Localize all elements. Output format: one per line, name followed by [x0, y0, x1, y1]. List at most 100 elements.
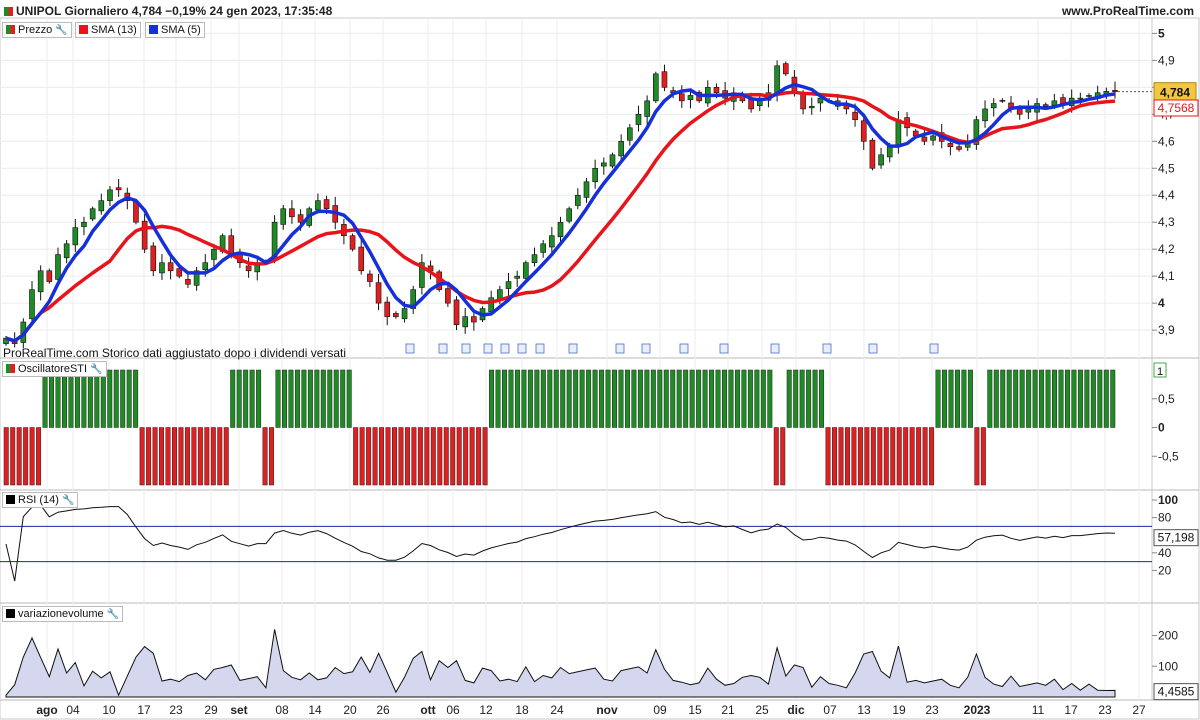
legend-sma13[interactable]: SMA (13): [75, 22, 141, 38]
chart-canvas[interactable]: ago 04 10 17 23 29 set 08 14 20 26 ott 06 12 18 24 nov 09…: [0, 0, 1200, 720]
last-price-label: 4,784: [1160, 86, 1190, 100]
sti-bar: [68, 369, 74, 428]
sma13-swatch: [79, 25, 88, 34]
candle-body: [280, 208, 287, 225]
sti-bar: [909, 427, 915, 486]
wrench-icon[interactable]: 🔧: [62, 494, 74, 508]
candle-body: [930, 135, 936, 141]
wrench-icon[interactable]: 🔧: [107, 608, 119, 622]
candle-body: [583, 181, 590, 198]
sti-bar: [864, 427, 870, 486]
sti-bar: [1110, 369, 1116, 428]
y-tick-label: 4,5: [1158, 161, 1175, 175]
sti-bar: [333, 369, 339, 428]
sti-bar: [275, 369, 281, 428]
sti-bar: [715, 369, 721, 428]
candle-body: [1077, 97, 1084, 100]
candle-body: [358, 246, 365, 272]
x-tick-label: 15: [688, 703, 702, 717]
candle-body: [98, 200, 105, 212]
sti-bar: [696, 369, 702, 428]
sti-bar: [450, 427, 456, 486]
sti-bar: [566, 369, 572, 428]
legend-sti-label: OscillatoreSTI: [18, 363, 88, 375]
volume-value-label: 4,4585: [1158, 685, 1195, 699]
x-tick-label: ago: [36, 703, 57, 717]
sti-bar: [825, 427, 831, 486]
sti-bar: [663, 369, 669, 428]
candle-body: [713, 87, 720, 94]
candle-body: [1112, 90, 1118, 92]
candle-icon: [4, 7, 13, 16]
candle-body: [176, 268, 183, 277]
chart-title: UNIPOL Giornaliero 4,784 −0,19% 24 gen 2…: [4, 4, 332, 18]
sti-bar: [586, 369, 592, 428]
candle-body: [393, 313, 399, 317]
sti-bar: [838, 427, 844, 486]
candle-body: [540, 243, 546, 253]
sti-bar: [482, 427, 488, 486]
sti-bar: [967, 369, 973, 428]
sti-bar: [637, 369, 643, 428]
x-tick-label: dic: [787, 703, 805, 717]
sti-bar: [398, 427, 404, 486]
candle-body: [653, 73, 659, 102]
legend-sti[interactable]: OscillatoreSTI 🔧: [2, 361, 107, 377]
dividend-marker-icon: [719, 343, 729, 354]
legend-price[interactable]: Prezzo 🔧: [2, 22, 72, 38]
candle-body: [46, 270, 53, 282]
candle-body: [575, 194, 581, 206]
candle-body: [601, 162, 607, 167]
wrench-icon[interactable]: 🔧: [90, 363, 102, 377]
sti-bar: [392, 427, 397, 486]
sti-bar: [514, 369, 520, 428]
y-tick-label: 3,9: [1158, 323, 1175, 337]
sti-bar: [890, 427, 896, 486]
sti-bar: [1006, 369, 1012, 428]
candle-body: [687, 95, 694, 101]
sti-bar: [385, 427, 391, 486]
candle-body: [453, 299, 460, 326]
wrench-icon[interactable]: 🔧: [55, 24, 67, 38]
sma13-value-label: 4,7568: [1158, 101, 1195, 115]
candle-body: [115, 187, 122, 191]
y-tick-label: 100: [1158, 659, 1178, 673]
sti-bar: [793, 369, 799, 428]
sti-bar: [1019, 369, 1025, 428]
candle-body: [107, 189, 113, 201]
sti-bar: [495, 369, 501, 428]
sti-bar: [760, 369, 766, 428]
sti-bar: [256, 369, 262, 428]
sti-bar: [113, 369, 119, 428]
sti-bar: [993, 369, 999, 428]
sti-value-label: 1: [1157, 366, 1163, 378]
sti-bar: [1032, 369, 1038, 428]
sti-bar: [709, 369, 715, 428]
sma5-swatch: [149, 25, 158, 34]
legend-sma5[interactable]: SMA (5): [145, 22, 205, 38]
x-tick-label: 17: [137, 703, 151, 717]
volume-area: [5, 629, 1116, 698]
sti-bar: [55, 369, 61, 428]
sti-bar: [676, 369, 682, 428]
x-tick-label: 10: [102, 703, 116, 717]
legend-volume[interactable]: variazionevolume 🔧: [2, 606, 124, 622]
sti-bar: [734, 369, 740, 428]
sti-bar: [702, 369, 708, 428]
candle-body: [921, 136, 928, 142]
sti-bar: [424, 427, 430, 486]
sti-bar: [870, 427, 876, 486]
legend-rsi[interactable]: RSI (14) 🔧: [2, 492, 79, 508]
sti-bar: [579, 369, 585, 428]
x-tick-label: 21: [721, 703, 735, 717]
sti-bar: [618, 369, 624, 428]
sti-bar: [94, 369, 100, 428]
candle-body: [618, 140, 624, 157]
sti-bar: [728, 369, 734, 428]
rsi-line: [5, 504, 1116, 582]
dividend-marker-icon: [822, 343, 832, 354]
sti-bar: [1039, 369, 1045, 428]
y-tick-label: 5: [1158, 26, 1165, 40]
sti-bar: [754, 369, 760, 428]
sti-bar: [844, 427, 850, 486]
